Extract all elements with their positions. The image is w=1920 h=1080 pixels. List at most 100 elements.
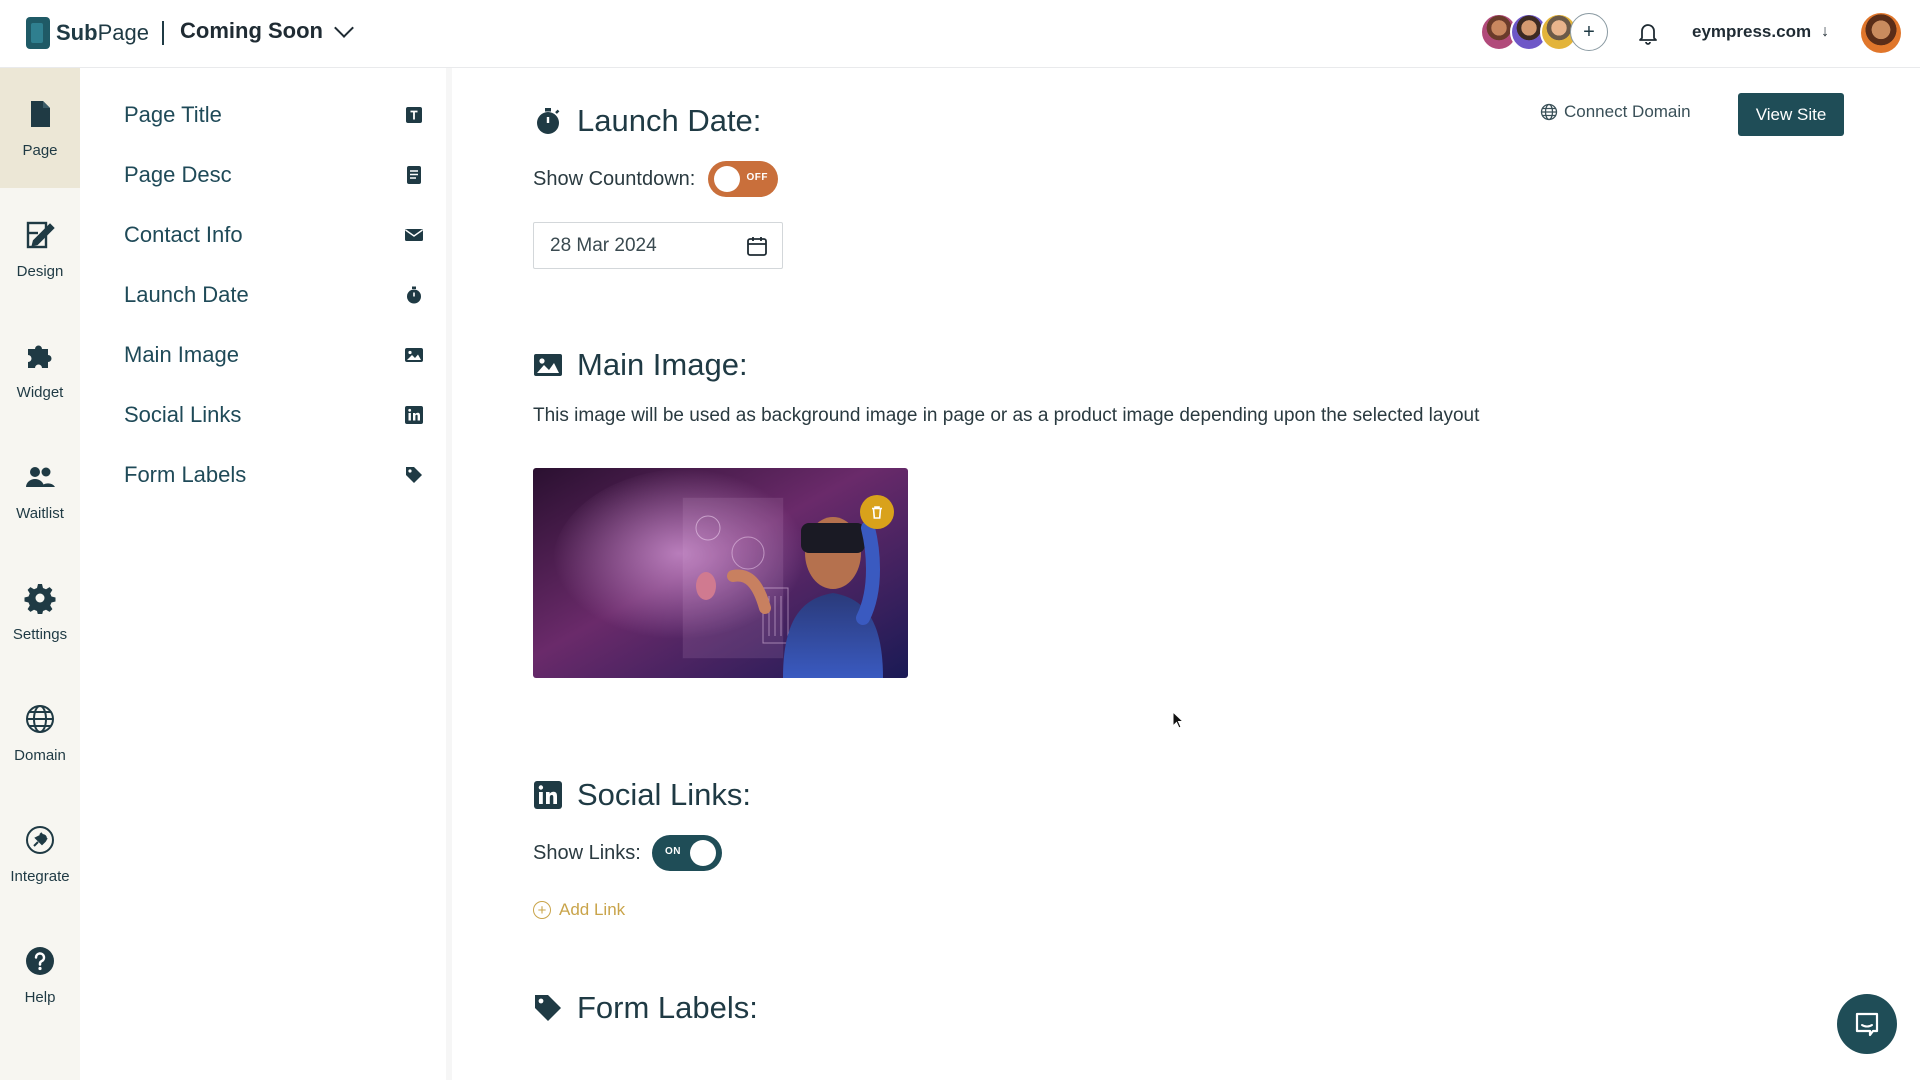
account-menu[interactable]: eympress.com ↓ (1692, 22, 1829, 42)
show-links-label: Show Links: (533, 842, 641, 864)
countdown-label: Show Countdown: (533, 168, 696, 190)
team-avatars[interactable]: + (1480, 13, 1608, 51)
nav-item-launch-date[interactable]: Launch Date (124, 275, 424, 315)
add-link-button[interactable]: + Add Link (533, 900, 625, 920)
image-icon (405, 348, 423, 362)
help-icon (26, 946, 54, 975)
main-image-description: This image will be used as background im… (533, 405, 1480, 426)
user-avatar[interactable] (1861, 13, 1901, 53)
nav-label: Form Labels (124, 462, 247, 487)
form-labels-heading: Form Labels: (533, 990, 758, 1026)
nav-label: Page Title (124, 102, 222, 127)
mouse-cursor-icon (1172, 711, 1184, 729)
nav-item-page-desc[interactable]: Page Desc (124, 155, 424, 195)
linkedin-icon (534, 781, 562, 809)
trash-icon (872, 506, 882, 519)
globe-icon (26, 704, 54, 733)
page-selector[interactable]: Coming Soon (180, 18, 354, 44)
add-link-label: Add Link (559, 900, 626, 919)
rail-label: Integrate (10, 867, 70, 885)
rail-item-waitlist[interactable]: Waitlist (0, 431, 80, 551)
nav-label: Launch Date (124, 282, 249, 307)
nav-label: Social Links (124, 402, 242, 427)
delete-image-button[interactable] (860, 495, 894, 529)
gear-icon (24, 583, 56, 614)
vr-headset-photo (533, 468, 908, 678)
rail-label: Waitlist (16, 504, 64, 522)
rail-item-integrate[interactable]: Integrate (0, 794, 80, 914)
nav-label: Main Image (124, 342, 239, 367)
page-selector-label: Coming Soon (180, 18, 323, 43)
envelope-icon (405, 229, 423, 241)
calendar-icon[interactable] (746, 235, 768, 257)
toggle-knob (714, 166, 740, 192)
main-image-preview[interactable] (533, 468, 908, 678)
nav-item-contact-info[interactable]: Contact Info (124, 215, 424, 255)
launch-date-value: 28 Mar 2024 (550, 234, 657, 256)
stopwatch-icon (537, 108, 560, 134)
left-rail: Page Design Widget Waitlist Settings Dom… (0, 68, 80, 1080)
puzzle-icon (28, 345, 52, 368)
launch-date-title: Launch Date: (577, 103, 762, 138)
globe-icon (1540, 103, 1558, 121)
brand-name: SubPage (56, 20, 149, 45)
launch-date-field[interactable]: 28 Mar 2024 (533, 222, 783, 269)
rail-label: Design (16, 262, 64, 280)
social-links-heading: Social Links: (533, 777, 751, 813)
document-icon (407, 166, 421, 184)
rail-label: Widget (16, 383, 64, 401)
nav-item-form-labels[interactable]: Form Labels (124, 455, 424, 495)
rail-item-help[interactable]: Help (0, 915, 80, 1035)
rail-label: Domain (14, 746, 66, 764)
bell-icon[interactable] (1636, 20, 1660, 46)
linkedin-icon (405, 406, 423, 424)
arrow-down-icon: ↓ (1821, 23, 1830, 40)
toggle-state: OFF (746, 172, 768, 183)
text-icon (406, 107, 422, 123)
account-name: eympress.com (1692, 22, 1812, 41)
add-member-button[interactable]: + (1570, 13, 1608, 51)
main-image-title: Main Image: (577, 347, 748, 382)
rail-label: Help (24, 988, 56, 1006)
page-icon (31, 100, 50, 127)
plug-icon (26, 825, 54, 854)
tag-icon (535, 995, 561, 1021)
nav-item-social-links[interactable]: Social Links (124, 395, 424, 435)
chat-icon (1855, 1012, 1879, 1037)
launch-date-heading: Launch Date: (533, 103, 761, 139)
rail-label: Settings (12, 625, 68, 643)
nav-item-page-title[interactable]: Page Title (124, 95, 424, 135)
rail-item-page[interactable]: Page (0, 68, 80, 188)
form-labels-title: Form Labels: (577, 990, 758, 1025)
nav-label: Page Desc (124, 162, 232, 187)
chat-support-button[interactable] (1837, 994, 1897, 1054)
subpage-logo-icon (26, 17, 50, 49)
rail-item-design[interactable]: Design (0, 189, 80, 309)
section-nav: Page Title Page Desc Contact Info Launch… (80, 68, 452, 1080)
stopwatch-icon (407, 286, 421, 304)
rail-label: Page (22, 141, 58, 159)
social-links-title: Social Links: (577, 777, 752, 812)
rail-item-settings[interactable]: Settings (0, 552, 80, 672)
toggle-state: ON (665, 846, 681, 857)
chevron-down-icon (334, 18, 354, 38)
image-icon (534, 354, 562, 376)
brand-divider (162, 21, 164, 45)
brand-logo[interactable]: SubPage (26, 17, 149, 49)
toggle-knob (690, 840, 716, 866)
tag-icon (406, 467, 422, 483)
design-icon (26, 221, 55, 248)
connect-domain-label: Connect Domain (1564, 102, 1691, 121)
countdown-toggle[interactable]: OFF (708, 161, 778, 197)
view-site-button[interactable]: View Site (1738, 93, 1844, 136)
rail-item-domain[interactable]: Domain (0, 673, 80, 793)
top-bar: SubPage Coming Soon + eympress.com ↓ (0, 0, 1920, 68)
plus-circle-icon: + (533, 901, 551, 919)
nav-item-main-image[interactable]: Main Image (124, 335, 424, 375)
connect-domain-link[interactable]: Connect Domain (1540, 102, 1691, 122)
nav-label: Contact Info (124, 222, 243, 247)
rail-item-widget[interactable]: Widget (0, 310, 80, 430)
main-image-heading: Main Image: (533, 347, 748, 383)
users-icon (26, 466, 55, 487)
show-links-toggle[interactable]: ON (652, 835, 722, 871)
